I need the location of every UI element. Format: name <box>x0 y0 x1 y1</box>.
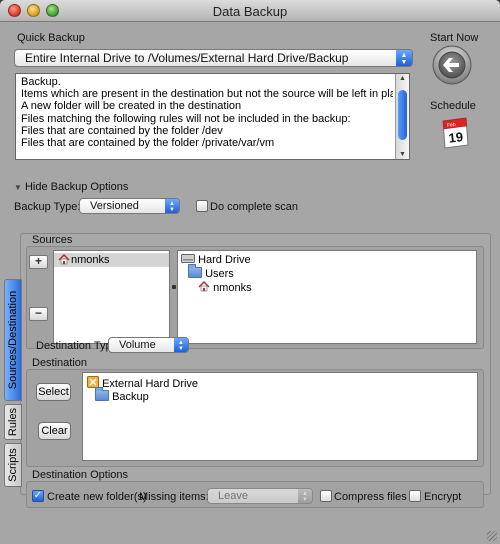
scroll-up-arrow-icon[interactable]: ▲ <box>399 75 406 82</box>
quick-backup-label: Quick Backup <box>17 32 85 44</box>
tree-item-label: nmonks <box>213 282 252 294</box>
compress-files-checkbox[interactable] <box>320 490 332 502</box>
popup-arrows-icon: ▲ ▼ <box>165 199 179 213</box>
destination-type-popup[interactable]: Volume ▲ ▼ <box>108 337 189 353</box>
description-lines: Backup. Items which are present in the d… <box>21 76 393 149</box>
select-destination-button[interactable]: Select <box>36 383 71 401</box>
tab-label: Scripts <box>7 448 19 482</box>
disclosure-triangle-icon: ▼ <box>14 183 22 192</box>
backup-type-popup[interactable]: Versioned ▲ ▼ <box>79 198 180 214</box>
complete-scan-checkbox[interactable] <box>196 200 208 212</box>
window-content: Quick Backup Entire Internal Drive to /V… <box>0 23 500 544</box>
folder-icon <box>95 387 109 401</box>
calendar-icon: Feb 19 <box>442 117 469 149</box>
complete-scan-label: Do complete scan <box>210 201 299 213</box>
scroll-down-arrow-icon[interactable]: ▼ <box>399 151 406 158</box>
sources-list[interactable]: nmonks <box>53 250 170 344</box>
tab-label: Rules <box>7 407 19 437</box>
tree-item-label: Hard Drive <box>198 254 251 266</box>
destination-options-label: Destination Options <box>32 469 128 481</box>
data-backup-window: Data Backup Quick Backup Entire Internal… <box>0 0 500 544</box>
quick-backup-popup[interactable]: Entire Internal Drive to /Volumes/Extern… <box>14 49 413 67</box>
description-line: Files that are contained by the folder /… <box>21 124 223 137</box>
popup-arrows-icon: ▲ ▼ <box>298 489 312 503</box>
create-folders-label: Create new folder(s) <box>47 491 147 503</box>
title-bar[interactable]: Data Backup <box>0 0 500 22</box>
backup-description-textarea[interactable]: Backup. Items which are present in the d… <box>15 73 410 160</box>
hide-options-toggle[interactable]: ▼ Hide Backup Options <box>14 181 128 193</box>
back-arrow-icon <box>432 45 472 85</box>
tree-item-label: External Hard Drive <box>102 378 199 390</box>
description-line: Items which are present in the destinati… <box>21 88 393 101</box>
tree-item-label: Users <box>205 268 234 280</box>
description-line: Files matching the following rules will … <box>21 112 351 125</box>
tree-item-label: Backup <box>112 391 149 403</box>
calendar-day: 19 <box>448 129 464 146</box>
description-scrollbar[interactable]: ▲ ▼ <box>395 74 409 159</box>
missing-items-label: Missing items: <box>139 491 209 503</box>
schedule-label: Schedule <box>430 100 476 112</box>
destination-tree[interactable]: External Hard Drive Backup <box>82 372 478 461</box>
split-view-divider[interactable] <box>172 285 176 289</box>
tree-item-backup[interactable]: Backup <box>95 387 149 403</box>
home-icon <box>58 253 70 268</box>
remove-source-button[interactable]: − <box>29 307 48 321</box>
encrypt-label: Encrypt <box>424 491 462 503</box>
calendar-month: Feb <box>447 122 457 129</box>
schedule-button[interactable]: Feb 19 <box>440 115 470 149</box>
home-icon <box>198 280 210 292</box>
hard-drive-icon <box>181 254 195 263</box>
resize-grip-icon[interactable] <box>487 531 497 541</box>
backup-type-value: Versioned <box>90 200 139 212</box>
description-line: Backup. <box>21 76 61 88</box>
tree-item-external-drive[interactable]: External Hard Drive <box>87 376 198 390</box>
scrollbar-thumb[interactable] <box>398 90 407 140</box>
tab-scripts[interactable]: Scripts <box>4 443 22 487</box>
create-folders-checkbox[interactable]: ✓ <box>32 490 44 502</box>
missing-items-value: Leave <box>218 490 248 502</box>
description-line: Files that are contained by the folder /… <box>21 137 275 150</box>
tree-item-nmonks[interactable]: nmonks <box>198 280 252 294</box>
popup-arrows-icon: ▲ ▼ <box>396 50 412 66</box>
sources-tree[interactable]: Hard Drive Users nmonks <box>177 250 477 344</box>
folder-icon <box>188 264 202 278</box>
list-item[interactable]: nmonks <box>54 253 169 267</box>
clear-destination-button[interactable]: Clear <box>38 422 71 440</box>
tab-sources-destination[interactable]: Sources/Destination <box>4 279 22 401</box>
missing-items-popup[interactable]: Leave ▲ ▼ <box>207 488 313 504</box>
backup-type-label: Backup Type: <box>14 201 81 213</box>
tree-item-users[interactable]: Users <box>188 264 234 280</box>
encrypt-checkbox[interactable] <box>409 490 421 502</box>
destination-label: Destination <box>32 357 88 369</box>
start-now-label: Start Now <box>430 32 479 44</box>
start-now-button[interactable] <box>432 45 472 85</box>
sources-label: Sources <box>32 234 73 246</box>
window-title: Data Backup <box>212 4 288 19</box>
quick-backup-selected: Entire Internal Drive to /Volumes/Extern… <box>25 51 349 65</box>
compress-files-label: Compress files <box>334 491 407 503</box>
tab-label: Sources/Destination <box>7 290 19 390</box>
add-source-button[interactable]: + <box>29 255 48 269</box>
tab-rules[interactable]: Rules <box>4 404 22 440</box>
hide-options-label: Hide Backup Options <box>24 181 129 193</box>
popup-arrows-icon: ▲ ▼ <box>174 338 188 352</box>
source-item-label: nmonks <box>71 254 110 266</box>
destination-type-value: Volume <box>119 339 156 351</box>
description-line: A new folder will be created in the dest… <box>21 100 242 113</box>
